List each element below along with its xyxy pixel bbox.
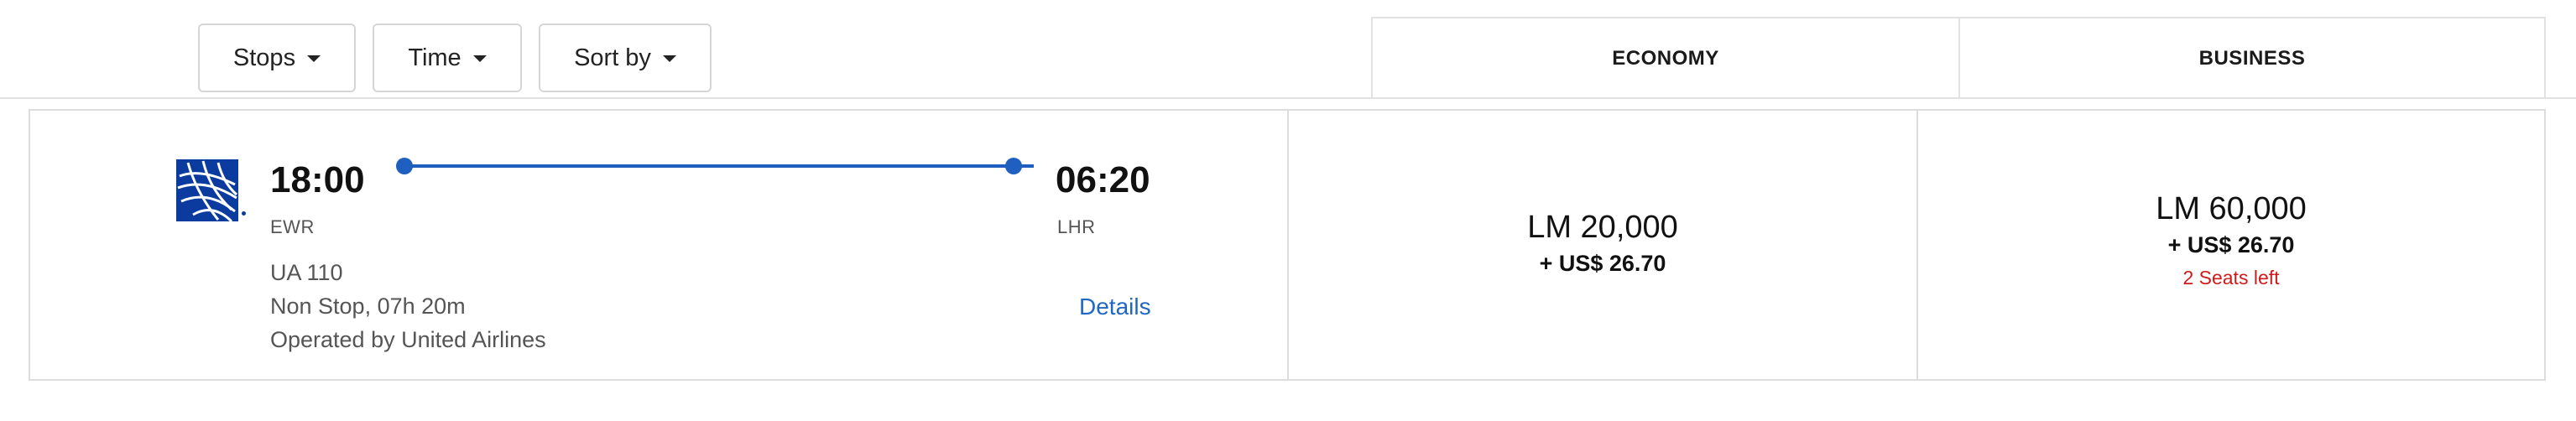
details-link[interactable]: Details <box>1079 294 1151 320</box>
business-column-header: BUSINESS <box>1958 17 2546 99</box>
business-miles-price: LM 60,000 <box>2156 191 2307 226</box>
flight-number: UA 110 <box>270 260 343 285</box>
sort-by-label: Sort by <box>574 44 651 71</box>
business-header-label: BUSINESS <box>2198 47 2306 70</box>
stops-filter-label: Stops <box>232 44 296 71</box>
seats-left-badge: 2 Seats left <box>2182 267 2280 288</box>
economy-header-label: ECONOMY <box>1612 47 1719 70</box>
economy-miles-price: LM 20,000 <box>1527 210 1678 245</box>
caret-down-icon <box>662 55 676 62</box>
route-destination-dot <box>1005 158 1022 174</box>
economy-fee: + US$ 26.70 <box>1539 251 1666 276</box>
arrival-time: 06:20 <box>1056 159 1150 200</box>
flight-results-page: Stops Time Sort by ECONOMY BUSINESS 18:0… <box>0 0 2576 421</box>
caret-down-icon <box>472 55 487 62</box>
flight-operator: Operated by United Airlines <box>270 327 546 352</box>
stops-filter-button[interactable]: Stops <box>198 23 356 92</box>
economy-column-header: ECONOMY <box>1371 17 1960 99</box>
route-origin-dot <box>396 158 413 174</box>
business-fare-option[interactable]: LM 60,000 + US$ 26.70 2 Seats left <box>1918 191 2544 289</box>
departure-airport: EWR <box>270 216 315 237</box>
united-airlines-logo-icon <box>176 159 238 221</box>
sort-by-button[interactable]: Sort by <box>539 23 712 92</box>
arrival-airport: LHR <box>1057 216 1096 237</box>
route-line <box>403 164 1034 168</box>
business-fee: + US$ 26.70 <box>2167 232 2295 257</box>
economy-fare-option[interactable]: LM 20,000 + US$ 26.70 <box>1289 210 1916 277</box>
departure-time: 18:00 <box>270 159 365 200</box>
time-filter-button[interactable]: Time <box>373 23 522 92</box>
caret-down-icon <box>307 55 321 62</box>
filter-bar: Stops Time Sort by ECONOMY BUSINESS <box>0 0 2576 99</box>
flight-result-card: 18:00 EWR 06:20 LHR UA 110 Non Stop, 07h… <box>29 109 2546 381</box>
time-filter-label: Time <box>408 44 461 71</box>
flight-duration: Non Stop, 07h 20m <box>270 294 466 319</box>
logo-registered-mark <box>242 211 246 216</box>
